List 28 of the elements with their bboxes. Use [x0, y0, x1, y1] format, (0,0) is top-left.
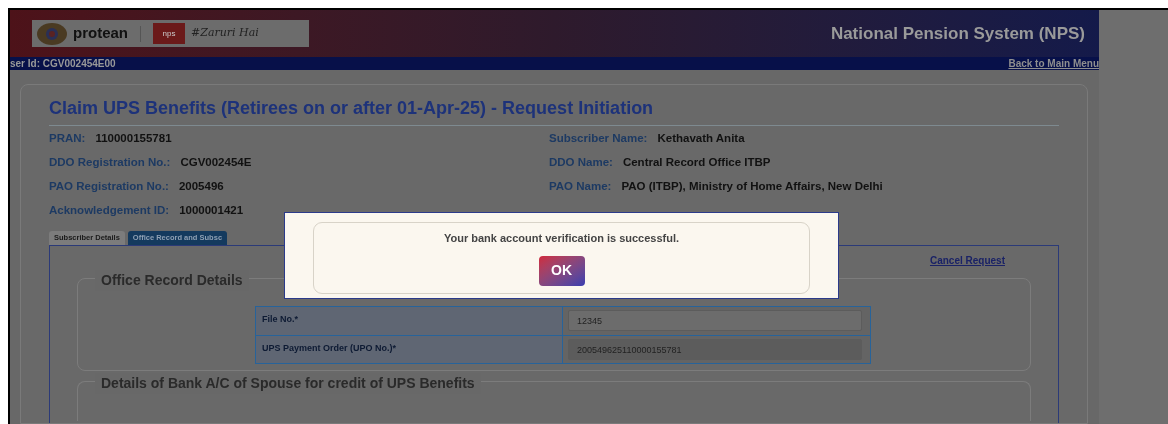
field-value: PAO (ITBP), Ministry of Home Affairs, New Delhi	[621, 179, 883, 195]
page-title: Claim UPS Benefits (Retirees on or after 01-Apr-25) - Request Initiation	[49, 95, 1059, 126]
table-cell: File No.*	[256, 307, 563, 335]
user-id: ser Id: CGV002454E00	[10, 58, 116, 69]
logo-text: protean	[73, 23, 128, 44]
field-value: 2005496	[178, 179, 224, 195]
field-value: CGV002454E	[180, 155, 252, 171]
field-label: DDO Name:	[549, 155, 613, 171]
field-label: DDO Registration No.:	[49, 155, 171, 171]
protean-logo-icon	[37, 22, 67, 45]
field-label: Subscriber Name:	[549, 131, 648, 147]
badge-text: nps	[162, 29, 176, 38]
ok-button[interactable]: OK	[538, 255, 585, 286]
field-label: PRAN:	[49, 131, 86, 147]
cancel-link[interactable]: Cancel Request	[929, 253, 1005, 268]
field-label: PAO Name:	[549, 179, 612, 195]
tagline: #Zaruri Hai	[191, 25, 259, 42]
field-label: PAO Registration No.:	[49, 179, 169, 195]
header-title: National Pension System (NPS)	[830, 22, 1085, 45]
input-field[interactable]: 12345	[568, 310, 862, 331]
field-value: 110000155781	[95, 131, 172, 147]
table-cell: UPS Payment Order (UPO No.)*	[256, 336, 563, 363]
field-value: Central Record Office ITBP	[622, 155, 771, 171]
back-link[interactable]: Back to Main Menu	[1008, 58, 1099, 69]
field-value: Kethavath Anita	[657, 131, 745, 147]
field-value: 1000001421	[179, 203, 244, 219]
field-label: Acknowledgement ID:	[49, 203, 170, 219]
dialog-message: Your bank account verification is successful.	[443, 231, 680, 246]
